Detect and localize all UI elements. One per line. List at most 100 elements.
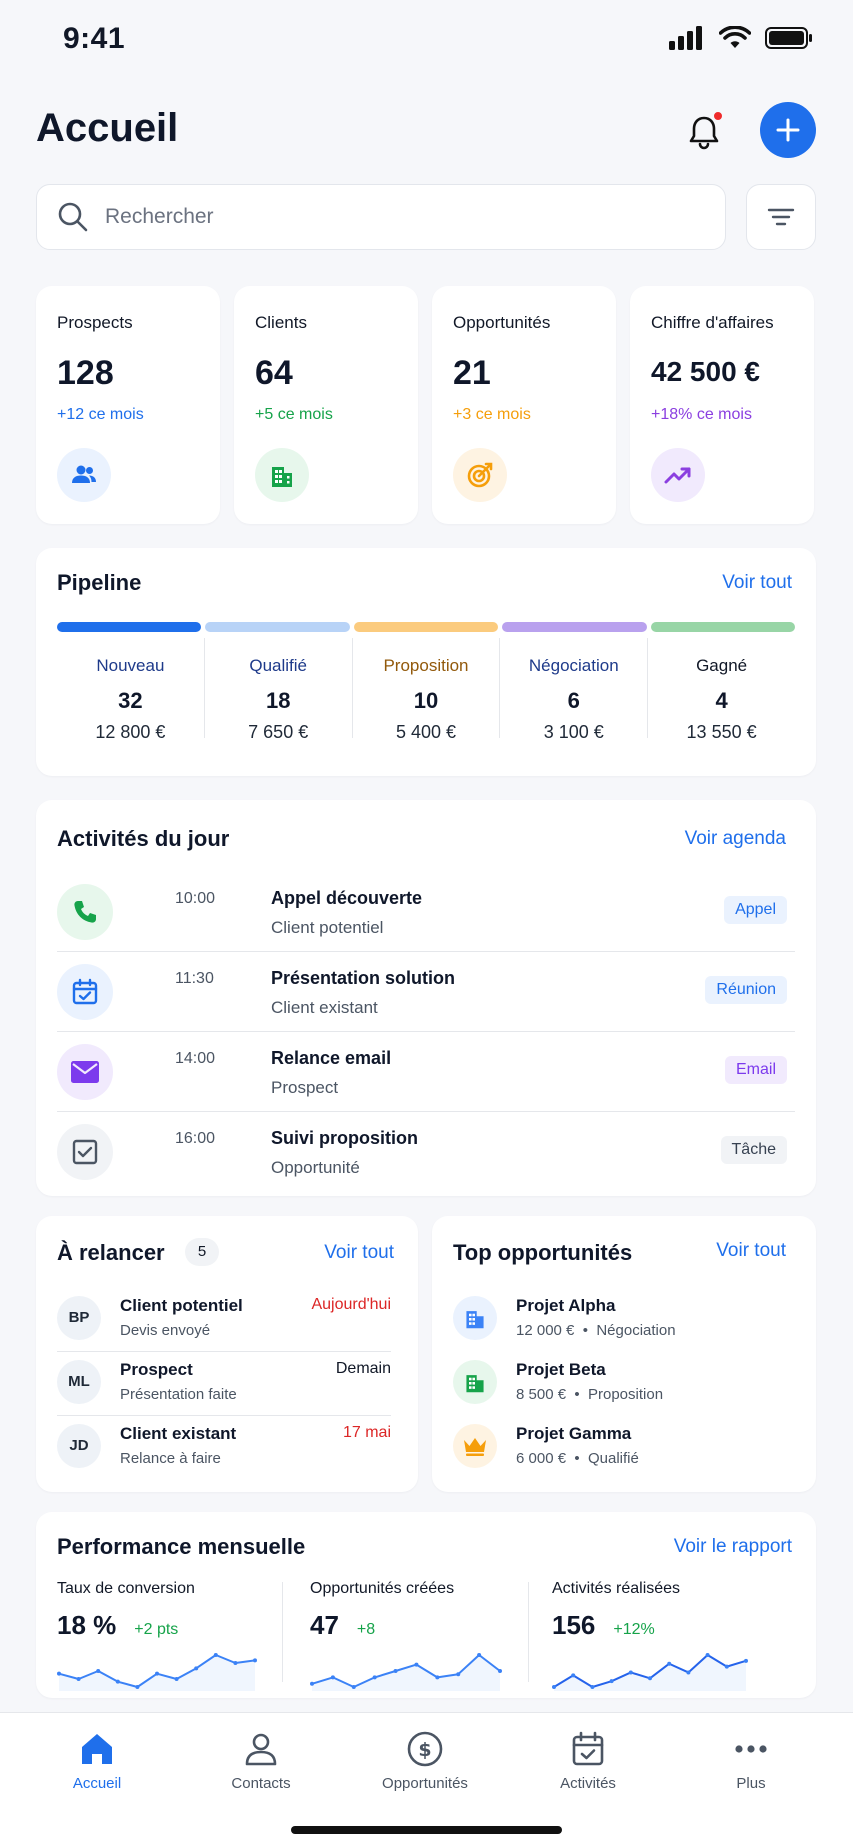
home-indicator xyxy=(291,1826,562,1834)
performance-metric-opportunities: Opportunités créées 47 +8 xyxy=(310,1580,502,1691)
kpi-card-clients[interactable]: Clients 64 +5 ce mois xyxy=(234,286,418,524)
sparkline-point xyxy=(174,1677,179,1681)
sparkline-point xyxy=(135,1685,140,1689)
opportunity-name: Projet Gamma xyxy=(516,1424,632,1443)
performance-report-link[interactable]: Voir le rapport xyxy=(674,1536,792,1558)
performance-metric-conversion: Taux de conversion 18 % +2 pts xyxy=(57,1580,257,1691)
separator: • xyxy=(574,1386,580,1403)
kpi-value: 128 xyxy=(57,354,114,392)
follow-up-item[interactable]: JD Client existant Relance à faire 17 ma… xyxy=(57,1416,391,1480)
sparkline-point xyxy=(310,1681,314,1686)
activity-time: 11:30 xyxy=(175,970,214,987)
follow-up-date: 17 mai xyxy=(342,1424,391,1441)
pipeline-stage-proposition[interactable]: Proposition 10 5 400 € xyxy=(353,638,501,742)
metric-label: Opportunités créées xyxy=(310,1580,455,1597)
activity-time: 14:00 xyxy=(175,1050,216,1067)
follow-up-item[interactable]: ML Prospect Présentation faite Demain xyxy=(57,1352,391,1416)
kpi-label: Chiffre d'affaires xyxy=(651,313,774,332)
search-bar[interactable] xyxy=(36,184,726,250)
pipeline-stage-nouveau[interactable]: Nouveau 32 12 800 € xyxy=(57,638,205,742)
follow-up-name: Prospect xyxy=(120,1360,193,1379)
stage-name: Négociation xyxy=(528,656,619,675)
notifications-button[interactable] xyxy=(676,104,732,160)
stage-count: 18 xyxy=(265,688,291,713)
sparkline-point xyxy=(233,1661,238,1665)
tab-plus[interactable]: Plus xyxy=(686,1729,816,1792)
activities-agenda-link[interactable]: Voir agenda xyxy=(685,828,786,850)
pipeline-stages: Nouveau 32 12 800 € Qualifié 18 7 650 € … xyxy=(57,638,795,742)
pipeline-see-all-link[interactable]: Voir tout xyxy=(722,572,792,594)
pipeline-stage-gagne[interactable]: Gagné 4 13 550 € xyxy=(648,638,795,742)
filter-button[interactable] xyxy=(746,184,816,250)
follow-up-see-all-link[interactable]: Voir tout xyxy=(324,1242,394,1264)
kpi-card-opportunities[interactable]: Opportunités 21 +3 ce mois xyxy=(432,286,616,524)
pipeline-card: Pipeline Voir tout Nouveau 32 12 800 € Q… xyxy=(36,548,816,776)
activities-card: Activités du jour Voir agenda 10:00 Appe… xyxy=(36,800,816,1196)
dollar-icon: $ xyxy=(407,1731,443,1767)
sparkline-point xyxy=(609,1679,614,1684)
top-opportunities-see-all-link[interactable]: Voir tout xyxy=(716,1240,786,1262)
kpi-card-prospects[interactable]: Prospects 128 +12 ce mois xyxy=(36,286,220,524)
add-button[interactable] xyxy=(760,102,816,158)
sparkline-opportunities xyxy=(310,1653,502,1691)
pipeline-progress xyxy=(57,622,796,634)
follow-up-subtitle: Présentation faite xyxy=(120,1386,237,1403)
follow-up-item[interactable]: BP Client potentiel Devis envoyé Aujourd… xyxy=(57,1288,391,1352)
performance-card: Performance mensuelle Voir le rapport Ta… xyxy=(36,1512,816,1698)
user-icon xyxy=(245,1733,277,1766)
kpi-value: 42 500 € xyxy=(651,356,760,387)
activity-item[interactable]: 11:30 Présentation solution Client exist… xyxy=(57,952,795,1032)
stage-name: Proposition xyxy=(383,656,469,675)
kpi-label: Opportunités xyxy=(453,313,551,332)
opportunity-amount: 6 000 € xyxy=(516,1450,567,1467)
tab-label: Activités xyxy=(560,1775,616,1792)
tab-activites[interactable]: Activités xyxy=(523,1729,653,1792)
kpi-label: Clients xyxy=(255,313,307,332)
opportunity-item[interactable]: Projet Beta 8 500 € • Proposition xyxy=(453,1352,793,1416)
activity-item[interactable]: 10:00 Appel découverte Client potentiel … xyxy=(57,872,795,952)
header: Accueil xyxy=(36,100,816,170)
kpi-card-revenue[interactable]: Chiffre d'affaires 42 500 € +18% ce mois xyxy=(630,286,814,524)
sparkline-point xyxy=(705,1653,710,1657)
sparkline-point xyxy=(686,1670,691,1675)
sparkline-point xyxy=(498,1669,502,1673)
activity-type-badge: Email xyxy=(724,1056,787,1084)
sparkline-point xyxy=(724,1664,729,1669)
sparkline-point xyxy=(456,1672,461,1677)
tab-accueil[interactable]: Accueil xyxy=(32,1729,162,1792)
mail-icon xyxy=(57,1044,113,1100)
activity-title: Relance email xyxy=(271,1048,392,1068)
opportunity-item[interactable]: Projet Alpha 12 000 € • Négociation xyxy=(453,1288,793,1352)
metric-label: Taux de conversion xyxy=(57,1580,195,1597)
pipeline-bar-nouveau xyxy=(57,622,202,632)
sparkline-point xyxy=(590,1685,595,1689)
stage-count: 4 xyxy=(715,688,728,713)
activity-item[interactable]: 14:00 Relance email Prospect Email xyxy=(57,1032,795,1112)
sparkline-point xyxy=(552,1685,556,1689)
search-input[interactable] xyxy=(105,205,665,229)
sparkline-point xyxy=(414,1662,419,1667)
tab-opportunites[interactable]: $ Opportunités xyxy=(360,1729,490,1792)
svg-text:$: $ xyxy=(418,1739,431,1761)
sparkline-point xyxy=(628,1670,633,1675)
pipeline-bar-proposition xyxy=(353,622,499,632)
follow-up-card: À relancer 5 Voir tout BP Client potenti… xyxy=(36,1216,418,1492)
opportunity-stage: Qualifié xyxy=(588,1450,639,1467)
stage-count: 10 xyxy=(413,688,439,713)
sparkline-point xyxy=(57,1671,61,1676)
activity-item[interactable]: 16:00 Suivi proposition Opportunité Tâch… xyxy=(57,1112,795,1192)
follow-up-subtitle: Relance à faire xyxy=(120,1450,221,1467)
kpi-label: Prospects xyxy=(57,313,133,332)
opportunity-item[interactable]: Projet Gamma 6 000 € • Qualifié xyxy=(453,1416,793,1480)
tab-contacts[interactable]: Contacts xyxy=(196,1729,326,1792)
follow-up-name: Client existant xyxy=(120,1424,237,1443)
metric-value: 18 % xyxy=(57,1610,117,1640)
trend-up-icon xyxy=(651,448,705,502)
tab-bar: Accueil Contacts $ Opportunités Activité… xyxy=(0,1712,853,1844)
building-icon xyxy=(453,1296,497,1340)
tab-label: Opportunités xyxy=(382,1775,468,1792)
pipeline-stage-qualifie[interactable]: Qualifié 18 7 650 € xyxy=(205,638,353,742)
sparkline-point xyxy=(253,1658,257,1663)
pipeline-stage-negociation[interactable]: Négociation 6 3 100 € xyxy=(500,638,649,742)
sparkline-point xyxy=(194,1666,199,1671)
